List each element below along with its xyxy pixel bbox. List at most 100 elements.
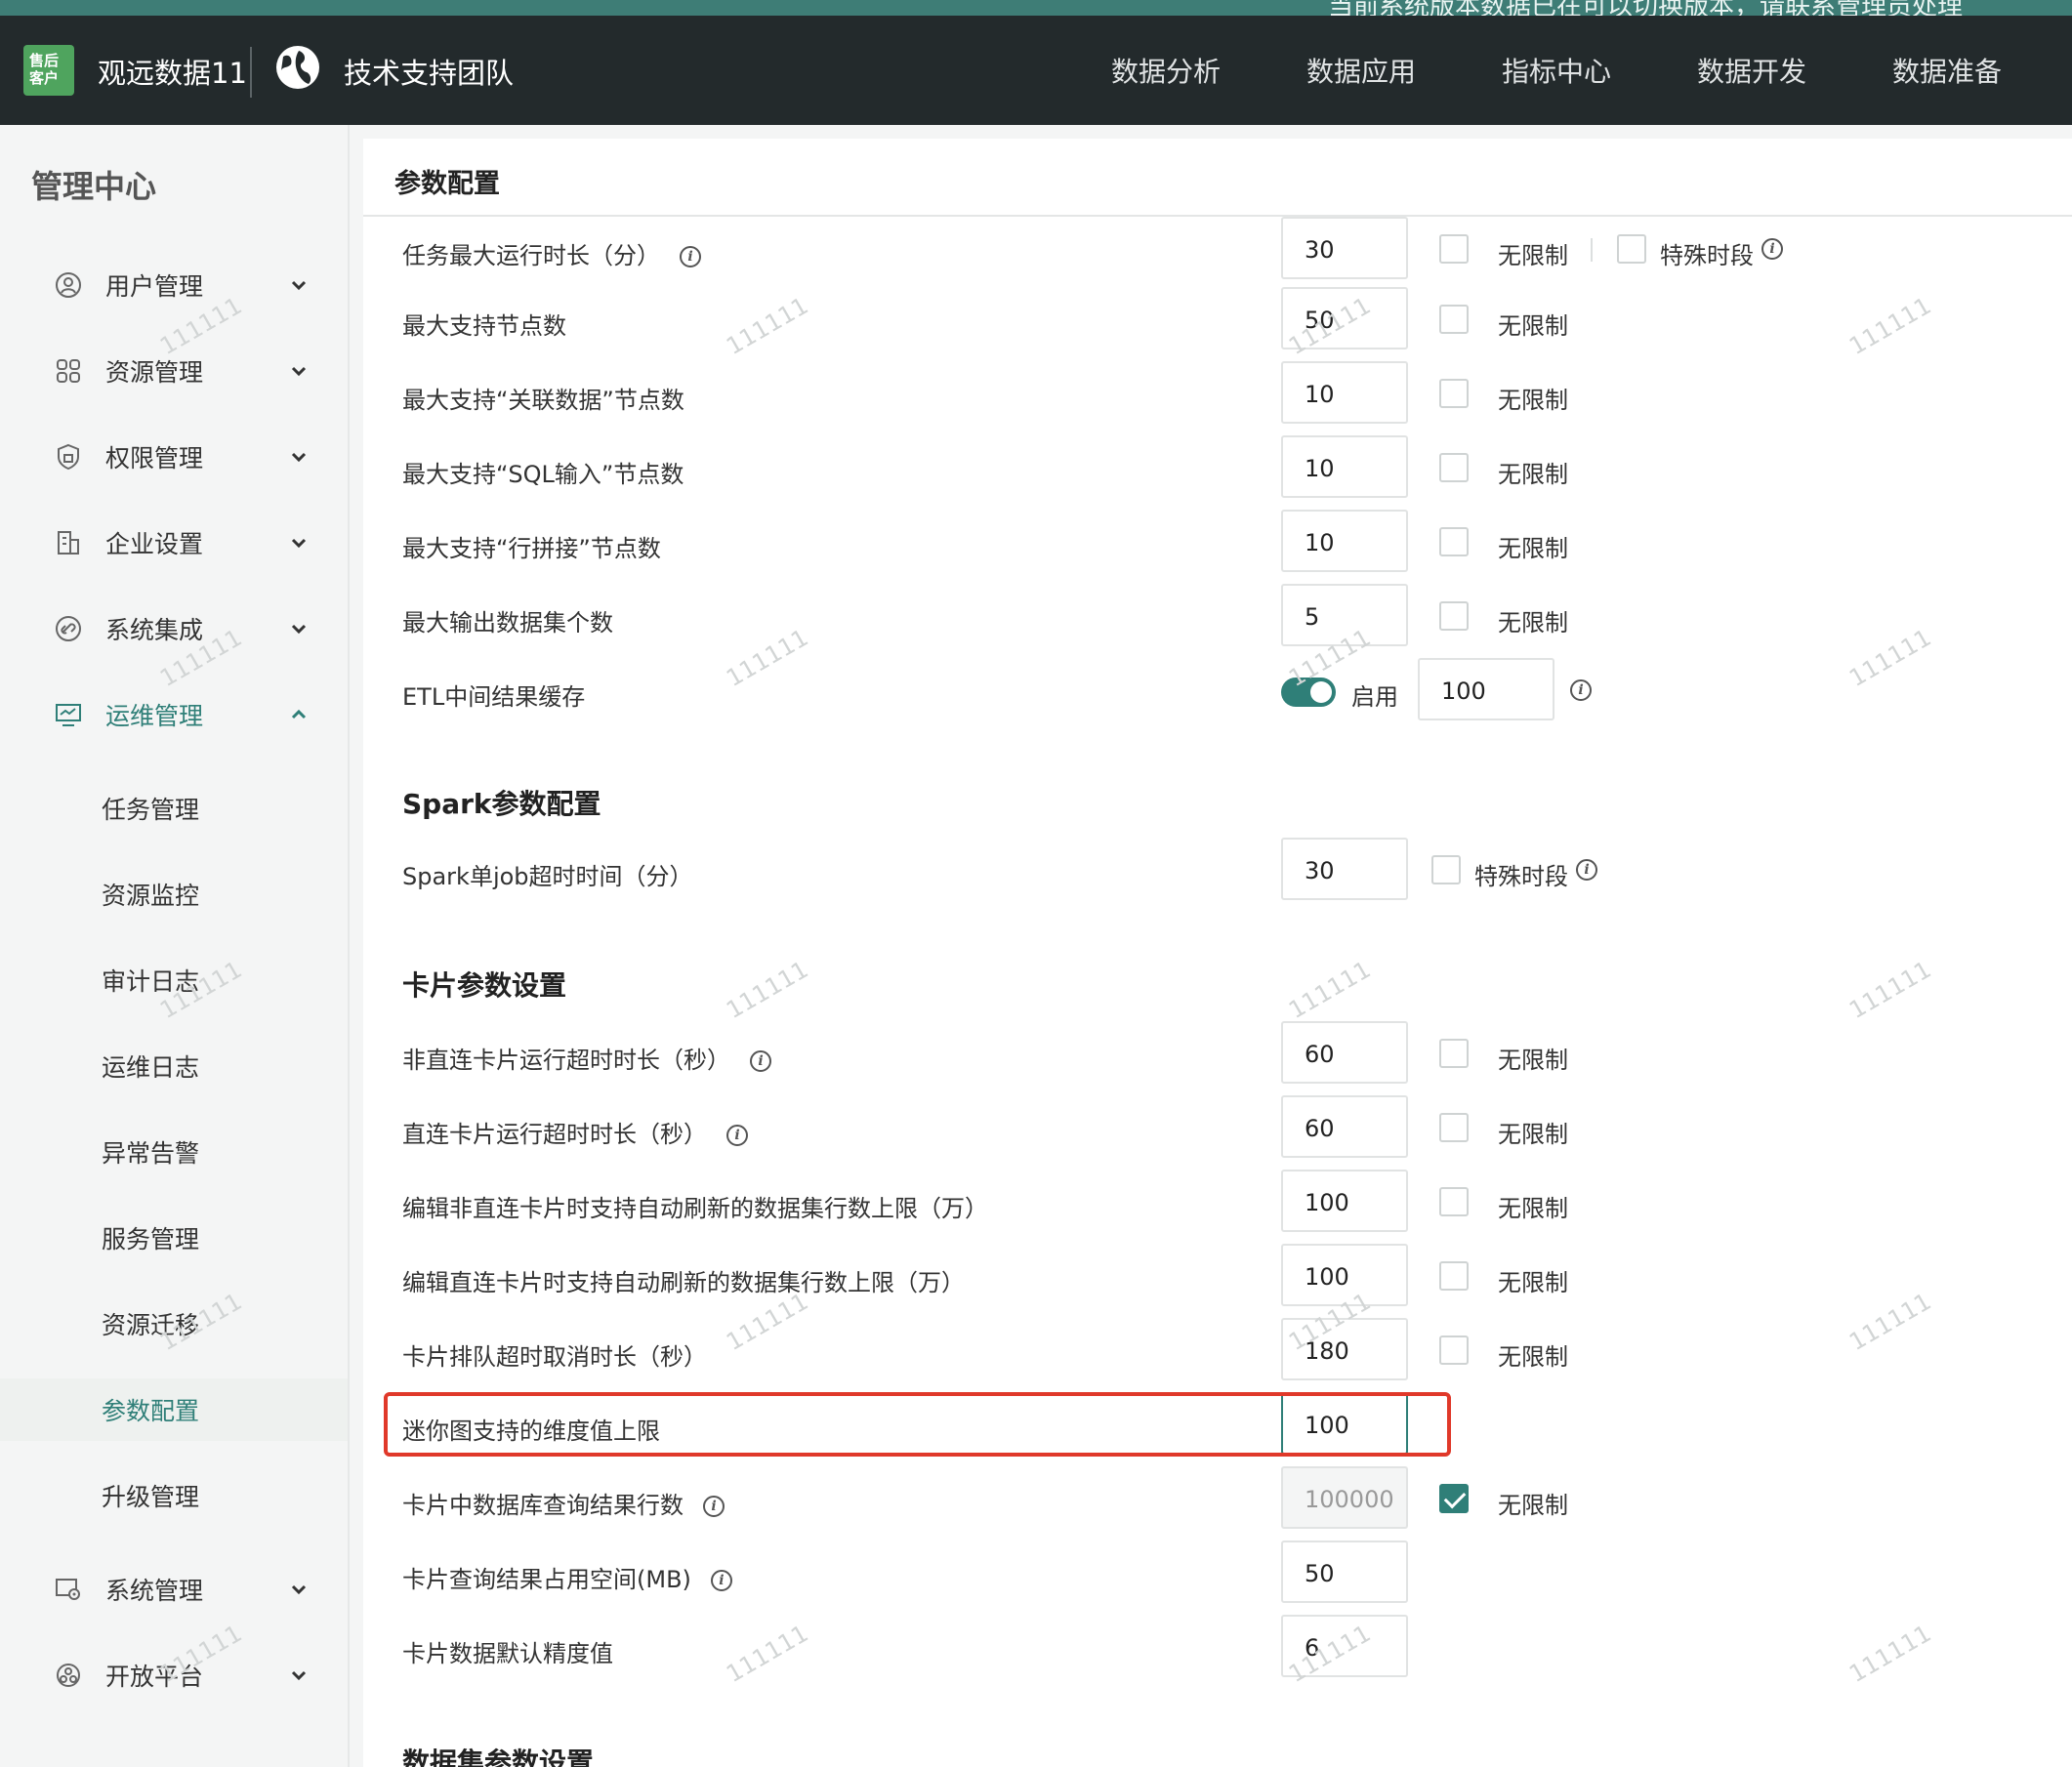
unlimited-checkbox[interactable] <box>1439 1113 1469 1142</box>
etl-cache-input[interactable]: 100 <box>1418 658 1554 720</box>
sidebar-subitem-parameter-config[interactable]: 参数配置 <box>0 1378 348 1441</box>
param-row-direct-card-timeout: 直连卡片运行超时时长（秒） i 60 无限制 <box>363 1095 2072 1170</box>
param-label-text: 卡片查询结果占用空间(MB) <box>402 1566 691 1593</box>
unlimited-checkbox[interactable] <box>1439 379 1469 408</box>
sidebar-subitem-upgrade-management[interactable]: 升级管理 <box>0 1464 348 1527</box>
sidebar-item-user-management[interactable]: 用户管理 <box>0 256 348 314</box>
param-input[interactable]: 50 <box>1281 1541 1408 1603</box>
param-label: 最大支持“行拼接”节点数 <box>402 535 661 562</box>
param-input[interactable]: 100000 <box>1281 1466 1408 1529</box>
param-input[interactable]: 10 <box>1281 510 1408 572</box>
etl-cache-toggle[interactable] <box>1281 678 1336 707</box>
unlimited-checkbox[interactable] <box>1439 1039 1469 1068</box>
info-icon[interactable]: i <box>680 246 701 267</box>
chevron-down-icon <box>291 1584 307 1595</box>
param-input[interactable]: 30 <box>1281 217 1408 279</box>
sidebar-subitem-label: 资源迁移 <box>102 1311 200 1339</box>
sidebar-item-resource-management[interactable]: 资源管理 <box>0 342 348 400</box>
info-icon[interactable]: i <box>726 1125 748 1146</box>
param-row-sparkline-dimension-limit: 迷你图支持的维度值上限 100 <box>363 1392 2072 1466</box>
app-header: 售后客户 观远数据11 技术支持团队 数据分析 数据应用 指标中心 数据开发 数… <box>0 16 2072 125</box>
info-icon[interactable]: i <box>703 1496 725 1517</box>
chevron-down-icon <box>291 452 307 463</box>
unlimited-label: 无限制 <box>1498 1492 1568 1519</box>
param-input[interactable]: 100 <box>1281 1170 1408 1232</box>
info-icon[interactable]: i <box>710 1570 732 1591</box>
nav-data-preparation[interactable]: 数据准备 <box>1892 51 2002 90</box>
special-period-checkbox[interactable] <box>1617 234 1646 264</box>
sidebar-item-system-integration[interactable]: 系统集成 <box>0 599 348 658</box>
param-input[interactable]: 100 <box>1281 1244 1408 1306</box>
chevron-down-icon <box>291 538 307 549</box>
param-row-max-join-nodes: 最大支持“关联数据”节点数 10 无限制 <box>363 361 2072 435</box>
team-name[interactable]: 技术支持团队 <box>344 51 514 92</box>
unlimited-checkbox[interactable] <box>1439 1261 1469 1291</box>
unlimited-checkbox[interactable] <box>1439 1484 1469 1513</box>
sidebar-subitem-service-management[interactable]: 服务管理 <box>0 1207 348 1269</box>
nav-metric-center[interactable]: 指标中心 <box>1502 51 1611 90</box>
building-icon <box>58 531 79 555</box>
param-input[interactable]: 60 <box>1281 1095 1408 1158</box>
sidebar-subitem-task-management[interactable]: 任务管理 <box>0 777 348 840</box>
info-icon[interactable]: i <box>750 1050 771 1072</box>
info-icon[interactable]: i <box>1576 859 1597 881</box>
sidebar: 管理中心 用户管理 资源管理 权限管理 企业设置 系统集成 运维管理 任务管理 … <box>0 125 350 1767</box>
unlimited-checkbox[interactable] <box>1439 1336 1469 1365</box>
sidebar-item-label: 资源管理 <box>105 358 204 387</box>
header-divider <box>250 47 252 98</box>
unlimited-checkbox[interactable] <box>1439 453 1469 482</box>
info-icon[interactable]: i <box>1570 679 1592 701</box>
unlimited-label: 无限制 <box>1498 1121 1568 1148</box>
unlimited-checkbox[interactable] <box>1439 234 1469 264</box>
sidebar-subitem-audit-log[interactable]: 审计日志 <box>0 949 348 1011</box>
param-input[interactable]: 10 <box>1281 361 1408 424</box>
sidebar-item-enterprise-settings[interactable]: 企业设置 <box>0 514 348 572</box>
param-row-default-precision: 卡片数据默认精度值 6 <box>363 1615 2072 1689</box>
param-input[interactable]: 180 <box>1281 1318 1408 1380</box>
special-period-checkbox[interactable] <box>1431 855 1461 884</box>
sidebar-item-label: 企业设置 <box>105 530 204 558</box>
param-label: 卡片排队超时取消时长（秒） <box>402 1343 707 1371</box>
sidebar-item-permission-management[interactable]: 权限管理 <box>0 428 348 486</box>
brand-name[interactable]: 观远数据11 <box>98 51 247 92</box>
unlimited-label: 无限制 <box>1498 387 1568 414</box>
unlimited-label: 无限制 <box>1498 242 1568 269</box>
unlimited-checkbox[interactable] <box>1439 601 1469 631</box>
separator <box>1591 238 1593 262</box>
sidebar-item-ops-management[interactable]: 运维管理 <box>0 685 348 744</box>
unlimited-label: 无限制 <box>1498 312 1568 340</box>
unlimited-checkbox[interactable] <box>1439 527 1469 556</box>
unlimited-checkbox[interactable] <box>1439 1187 1469 1216</box>
sidebar-item-open-platform[interactable]: 开放平台 <box>0 1646 348 1705</box>
param-input[interactable]: 6 <box>1281 1615 1408 1677</box>
param-label: 最大输出数据集个数 <box>402 609 613 637</box>
info-icon[interactable]: i <box>1761 238 1783 260</box>
sidebar-subitem-resource-migration[interactable]: 资源迁移 <box>0 1293 348 1355</box>
unlimited-label: 无限制 <box>1498 461 1568 488</box>
chevron-down-icon <box>291 280 307 291</box>
unlimited-label: 无限制 <box>1498 1195 1568 1222</box>
param-row-etl-cache: ETL中间结果缓存 启用 100 i <box>363 658 2072 732</box>
param-input[interactable]: 30 <box>1281 838 1408 900</box>
param-input[interactable]: 50 <box>1281 287 1408 349</box>
nav-data-application[interactable]: 数据应用 <box>1306 51 1416 90</box>
sidebar-item-system-management[interactable]: 系统管理 <box>0 1560 348 1619</box>
param-input[interactable]: 100 <box>1281 1392 1408 1455</box>
chevron-up-icon <box>291 709 307 719</box>
chevron-down-icon <box>291 624 307 635</box>
param-row-nondirect-refresh-limit: 编辑非直连卡片时支持自动刷新的数据集行数上限（万） 100 无限制 <box>363 1170 2072 1244</box>
sidebar-subitem-resource-monitor[interactable]: 资源监控 <box>0 863 348 925</box>
param-input[interactable]: 5 <box>1281 584 1408 646</box>
sidebar-subitem-ops-log[interactable]: 运维日志 <box>0 1035 348 1097</box>
unlimited-checkbox[interactable] <box>1439 305 1469 334</box>
param-label: 任务最大运行时长（分） i <box>402 236 701 270</box>
unlimited-label: 无限制 <box>1498 1343 1568 1371</box>
nav-data-analysis[interactable]: 数据分析 <box>1111 51 1221 90</box>
sidebar-subitem-alerts[interactable]: 异常告警 <box>0 1121 348 1183</box>
link-icon <box>56 616 81 641</box>
nav-data-development[interactable]: 数据开发 <box>1697 51 1806 90</box>
logo[interactable]: 售后客户 <box>23 45 74 96</box>
param-input[interactable]: 60 <box>1281 1021 1408 1084</box>
param-input[interactable]: 10 <box>1281 435 1408 498</box>
platform-icon <box>57 1664 80 1687</box>
